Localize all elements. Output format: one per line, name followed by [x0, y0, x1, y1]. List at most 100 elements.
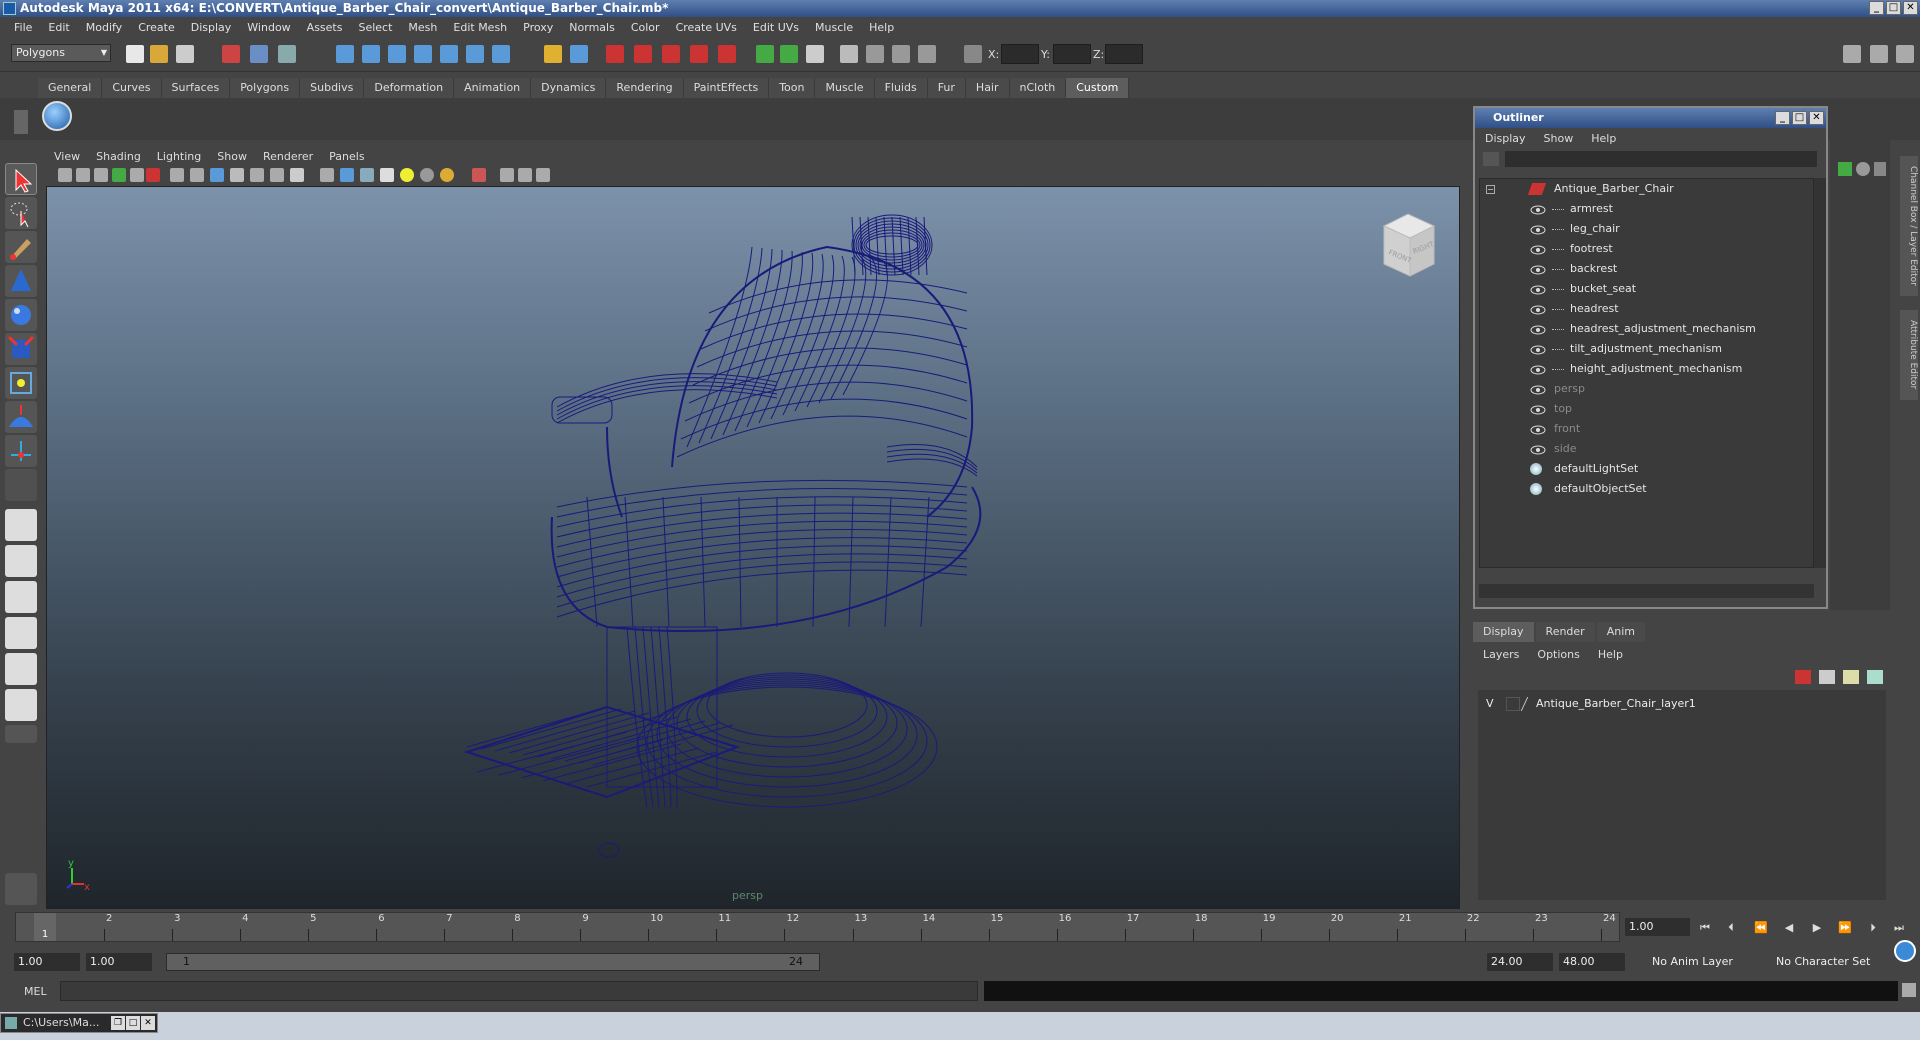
time-slider[interactable]: 1234567891011121314151617181920212223241: [15, 912, 1620, 942]
show-manipulator-icon[interactable]: [5, 435, 37, 467]
outliner-row-top[interactable]: top: [1480, 399, 1815, 419]
camera-select-icon[interactable]: [58, 168, 72, 182]
view-cube[interactable]: FRONT RIGHT: [1378, 206, 1440, 282]
layer-menu-help[interactable]: Help: [1598, 646, 1641, 664]
outliner-row-armrest[interactable]: armrest: [1480, 199, 1815, 219]
ipr-render-icon[interactable]: [892, 45, 910, 63]
select-component-icon[interactable]: [278, 45, 296, 63]
outliner-tree[interactable]: − Antique_Barber_Chair armrest leg_chair…: [1479, 178, 1814, 568]
channel-box-tab[interactable]: Channel Box / Layer Editor: [1900, 156, 1918, 296]
history-icon[interactable]: [466, 45, 484, 63]
toggle-sidebar-icon[interactable]: [1843, 45, 1861, 63]
layer-tab-display[interactable]: Display: [1473, 622, 1534, 642]
outliner-menu-help[interactable]: Help: [1591, 130, 1634, 148]
transform-field-icon[interactable]: [964, 45, 982, 63]
tab-ncloth[interactable]: nCloth: [1009, 78, 1067, 98]
menu-assets[interactable]: Assets: [299, 21, 351, 34]
outliner-row-headrest-adjustment[interactable]: headrest_adjustment_mechanism: [1480, 319, 1815, 339]
menu-select[interactable]: Select: [350, 21, 400, 34]
tab-rendering[interactable]: Rendering: [606, 78, 684, 98]
layer-type-toggle[interactable]: [1506, 697, 1520, 711]
minimized-window-button[interactable]: C:\Users\Ma... ❐ □ ✕: [0, 1013, 158, 1033]
field-chart-icon[interactable]: [250, 168, 264, 182]
render-settings-icon[interactable]: [918, 45, 936, 63]
menu-edit-mesh[interactable]: Edit Mesh: [445, 21, 515, 34]
tab-dynamics[interactable]: Dynamics: [531, 78, 607, 98]
gate-mask-icon[interactable]: [230, 168, 244, 182]
shelf-menu-icon[interactable]: [14, 110, 28, 134]
grease-pencil-icon[interactable]: [146, 168, 160, 182]
close-icon[interactable]: ✕: [141, 1016, 155, 1030]
magnet-point-icon[interactable]: [662, 45, 680, 63]
channel-sphere-icon[interactable]: [1856, 162, 1870, 176]
menu-edit[interactable]: Edit: [40, 21, 77, 34]
vp-menu-lighting[interactable]: Lighting: [157, 150, 217, 163]
menu-modify[interactable]: Modify: [78, 21, 130, 34]
script-editor-icon[interactable]: [1902, 983, 1916, 997]
tab-custom[interactable]: Custom: [1066, 78, 1130, 98]
perspective-viewport[interactable]: [46, 186, 1460, 909]
animation-start-field[interactable]: 1.00: [14, 953, 80, 971]
outliner-row-persp[interactable]: persp: [1480, 379, 1815, 399]
layer-tab-render[interactable]: Render: [1535, 622, 1595, 642]
tab-painteffects[interactable]: PaintEffects: [683, 78, 770, 98]
bookmark-icon[interactable]: [94, 168, 108, 182]
playback-end-field[interactable]: 24.00: [1487, 953, 1553, 971]
render-view-icon[interactable]: [840, 45, 858, 63]
four-pane-layout-icon[interactable]: [5, 545, 37, 577]
vp-menu-show[interactable]: Show: [217, 150, 263, 163]
tab-subdivs[interactable]: Subdivs: [300, 78, 365, 98]
menu-create[interactable]: Create: [130, 21, 183, 34]
maximize-icon[interactable]: □: [126, 1016, 140, 1030]
menu-proxy[interactable]: Proxy: [515, 21, 561, 34]
outliner-row-height-adjustment[interactable]: height_adjustment_mechanism: [1480, 359, 1815, 379]
menu-help[interactable]: Help: [861, 21, 902, 34]
range-slider[interactable]: 1 24: [166, 953, 820, 971]
tab-toon[interactable]: Toon: [769, 78, 816, 98]
outliner-row-side[interactable]: side: [1480, 439, 1815, 459]
scale-tool-icon[interactable]: [5, 333, 37, 365]
soft-mod-icon[interactable]: [5, 401, 37, 433]
magnet-live-icon[interactable]: [718, 45, 736, 63]
select-object-icon[interactable]: [250, 45, 268, 63]
barber-chair-wireframe[interactable]: [47, 187, 1460, 909]
layer-tab-anim[interactable]: Anim: [1596, 622, 1645, 642]
attribute-editor-toggle-icon[interactable]: [1870, 45, 1888, 63]
wireframe-icon[interactable]: [320, 168, 334, 182]
tab-fur[interactable]: Fur: [927, 78, 966, 98]
rotate-tool-icon[interactable]: [5, 299, 37, 331]
animation-end-field[interactable]: 48.00: [1559, 953, 1625, 971]
render-region-icon[interactable]: [570, 45, 588, 63]
step-back-frame-icon[interactable]: ⏴: [1723, 921, 1739, 935]
snap-point-icon[interactable]: [388, 45, 406, 63]
checkmark-shelf-icon[interactable]: [42, 101, 72, 131]
live-surface-icon[interactable]: [440, 45, 458, 63]
attribute-editor-tab[interactable]: Attribute Editor: [1900, 310, 1918, 400]
single-pane-layout-icon[interactable]: [5, 509, 37, 541]
output-ops-icon[interactable]: [780, 45, 798, 63]
current-time-marker[interactable]: 1: [34, 913, 56, 941]
outliner-filter-icon[interactable]: [1483, 152, 1499, 166]
shadows-icon[interactable]: [440, 168, 454, 182]
current-frame-field[interactable]: 1.00: [1625, 918, 1690, 936]
all-lights-icon[interactable]: [420, 168, 434, 182]
save-scene-icon[interactable]: [176, 45, 194, 63]
select-hierarchy-icon[interactable]: [222, 45, 240, 63]
paint-select-icon[interactable]: [5, 231, 37, 263]
character-set-dropdown[interactable]: No Character Set: [1772, 953, 1882, 971]
outliner-row-leg-chair[interactable]: leg_chair: [1480, 219, 1815, 239]
outliner-vertical-scrollbar[interactable]: [1814, 178, 1826, 568]
graph-persp-layout-icon[interactable]: [5, 617, 37, 649]
outliner-horizontal-scrollbar[interactable]: [1479, 584, 1814, 598]
tab-curves[interactable]: Curves: [102, 78, 162, 98]
textured-icon[interactable]: [380, 168, 394, 182]
persp-graph-layout-icon[interactable]: [5, 689, 37, 721]
tab-muscle[interactable]: Muscle: [815, 78, 875, 98]
play-backwards-icon[interactable]: ◀: [1781, 921, 1797, 935]
snap-curve-icon[interactable]: [362, 45, 380, 63]
move-layer-down-icon[interactable]: [1819, 670, 1835, 684]
lock-icon[interactable]: [544, 45, 562, 63]
channel-box-toggle-icon[interactable]: [1896, 45, 1914, 63]
tab-hair[interactable]: Hair: [965, 78, 1010, 98]
move-tool-icon[interactable]: [5, 265, 37, 297]
